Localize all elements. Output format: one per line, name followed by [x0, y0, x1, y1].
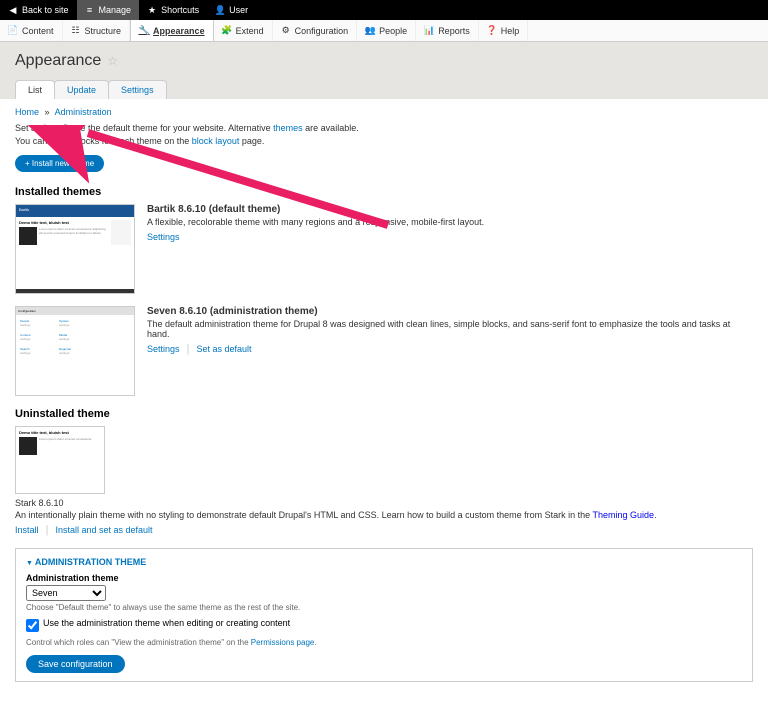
theme-bartik: Bartik Demo title text, bluish testLorem…	[15, 204, 753, 294]
theme-stark: Demo title text, bluish testLorem ipsum …	[15, 426, 753, 536]
bartik-desc: A flexible, recolorable theme with many …	[147, 217, 753, 227]
shortcuts-label: Shortcuts	[161, 5, 199, 15]
admin-theme-help2: Control which roles can "View the admini…	[26, 638, 742, 647]
seven-name: Seven 8.6.10 (administration theme)	[147, 306, 753, 317]
tabs: List Update Settings	[0, 80, 768, 99]
stark-install-link[interactable]: Install	[15, 525, 39, 535]
admin-theme-legend[interactable]: ADMINISTRATION THEME	[26, 557, 742, 567]
uninstalled-heading: Uninstalled theme	[15, 408, 753, 420]
installed-themes-heading: Installed themes	[15, 186, 753, 198]
install-new-theme-button[interactable]: + Install new theme	[15, 155, 104, 172]
admin-theme-fieldset: ADMINISTRATION THEME Administration them…	[15, 548, 753, 682]
theme-seven: Configuration Peoplesettings Systemsetti…	[15, 306, 753, 396]
admin-theme-label: Administration theme	[26, 573, 742, 583]
favorite-star-icon[interactable]: ☆	[107, 54, 118, 68]
breadcrumb-home[interactable]: Home	[15, 107, 39, 117]
intro-1: Set and configure the default theme for …	[15, 123, 753, 133]
content: Home » Administration Set and configure …	[0, 99, 768, 702]
intro-2: You can place blocks for each theme on t…	[15, 136, 753, 146]
people-icon: 👥	[365, 26, 375, 36]
tab-settings[interactable]: Settings	[108, 80, 167, 99]
manage-toggle[interactable]: ≡ Manage	[77, 0, 140, 20]
star-icon: ★	[147, 5, 157, 15]
bartik-screenshot: Bartik Demo title text, bluish testLorem…	[15, 204, 135, 294]
bartik-name: Bartik 8.6.10 (default theme)	[147, 204, 753, 215]
back-label: Back to site	[22, 5, 69, 15]
menu-content[interactable]: 📄 Content	[0, 20, 63, 41]
use-admin-theme-label: Use the administration theme when editin…	[43, 618, 290, 628]
help-icon: ❓	[487, 26, 497, 36]
page-header: Appearance ☆	[0, 42, 768, 80]
stark-screenshot: Demo title text, bluish testLorem ipsum …	[15, 426, 105, 494]
config-icon: ⚙	[281, 26, 291, 36]
stark-desc: An intentionally plain theme with no sty…	[15, 510, 753, 520]
extend-icon: 🧩	[222, 26, 232, 36]
seven-screenshot: Configuration Peoplesettings Systemsetti…	[15, 306, 135, 396]
admin-menu: 📄 Content ☷ Structure 🔧 Appearance 🧩 Ext…	[0, 20, 768, 42]
breadcrumb: Home » Administration	[15, 107, 753, 117]
bartik-settings-link[interactable]: Settings	[147, 232, 180, 242]
save-configuration-button[interactable]: Save configuration	[26, 655, 125, 673]
menu-structure[interactable]: ☷ Structure	[63, 20, 131, 41]
user-toggle[interactable]: 👤 User	[207, 0, 256, 20]
tab-list[interactable]: List	[15, 80, 55, 99]
menu-extend[interactable]: 🧩 Extend	[214, 20, 273, 41]
appearance-icon: 🔧	[139, 26, 149, 36]
user-label: User	[229, 5, 248, 15]
back-to-site[interactable]: ◀ Back to site	[0, 0, 77, 20]
stark-install-default-link[interactable]: Install and set as default	[56, 525, 153, 535]
hamburger-icon: ≡	[85, 5, 95, 15]
seven-desc: The default administration theme for Dru…	[147, 319, 753, 339]
manage-label: Manage	[99, 5, 132, 15]
admin-theme-select[interactable]: Seven	[26, 585, 106, 601]
seven-set-default-link[interactable]: Set as default	[197, 344, 252, 354]
seven-settings-link[interactable]: Settings	[147, 344, 180, 354]
permissions-page-link[interactable]: Permissions page	[251, 638, 315, 647]
theming-guide-link[interactable]: Theming Guide	[593, 510, 655, 520]
menu-people[interactable]: 👥 People	[357, 20, 416, 41]
menu-help[interactable]: ❓ Help	[479, 20, 529, 41]
tab-update[interactable]: Update	[54, 80, 109, 99]
menu-reports[interactable]: 📊 Reports	[416, 20, 479, 41]
reports-icon: 📊	[424, 26, 434, 36]
content-icon: 📄	[8, 26, 18, 36]
page-title: Appearance ☆	[15, 52, 753, 70]
themes-link[interactable]: themes	[273, 123, 303, 133]
block-layout-link[interactable]: block layout	[192, 136, 240, 146]
stark-name: Stark 8.6.10	[15, 498, 753, 508]
shortcuts-toggle[interactable]: ★ Shortcuts	[139, 0, 207, 20]
menu-appearance[interactable]: 🔧 Appearance	[130, 20, 214, 41]
admin-theme-help1: Choose "Default theme" to always use the…	[26, 603, 742, 612]
menu-configuration[interactable]: ⚙ Configuration	[273, 20, 358, 41]
toolbar: ◀ Back to site ≡ Manage ★ Shortcuts 👤 Us…	[0, 0, 768, 20]
user-icon: 👤	[215, 5, 225, 15]
structure-icon: ☷	[71, 26, 81, 36]
back-icon: ◀	[8, 5, 18, 15]
breadcrumb-admin[interactable]: Administration	[55, 107, 112, 117]
